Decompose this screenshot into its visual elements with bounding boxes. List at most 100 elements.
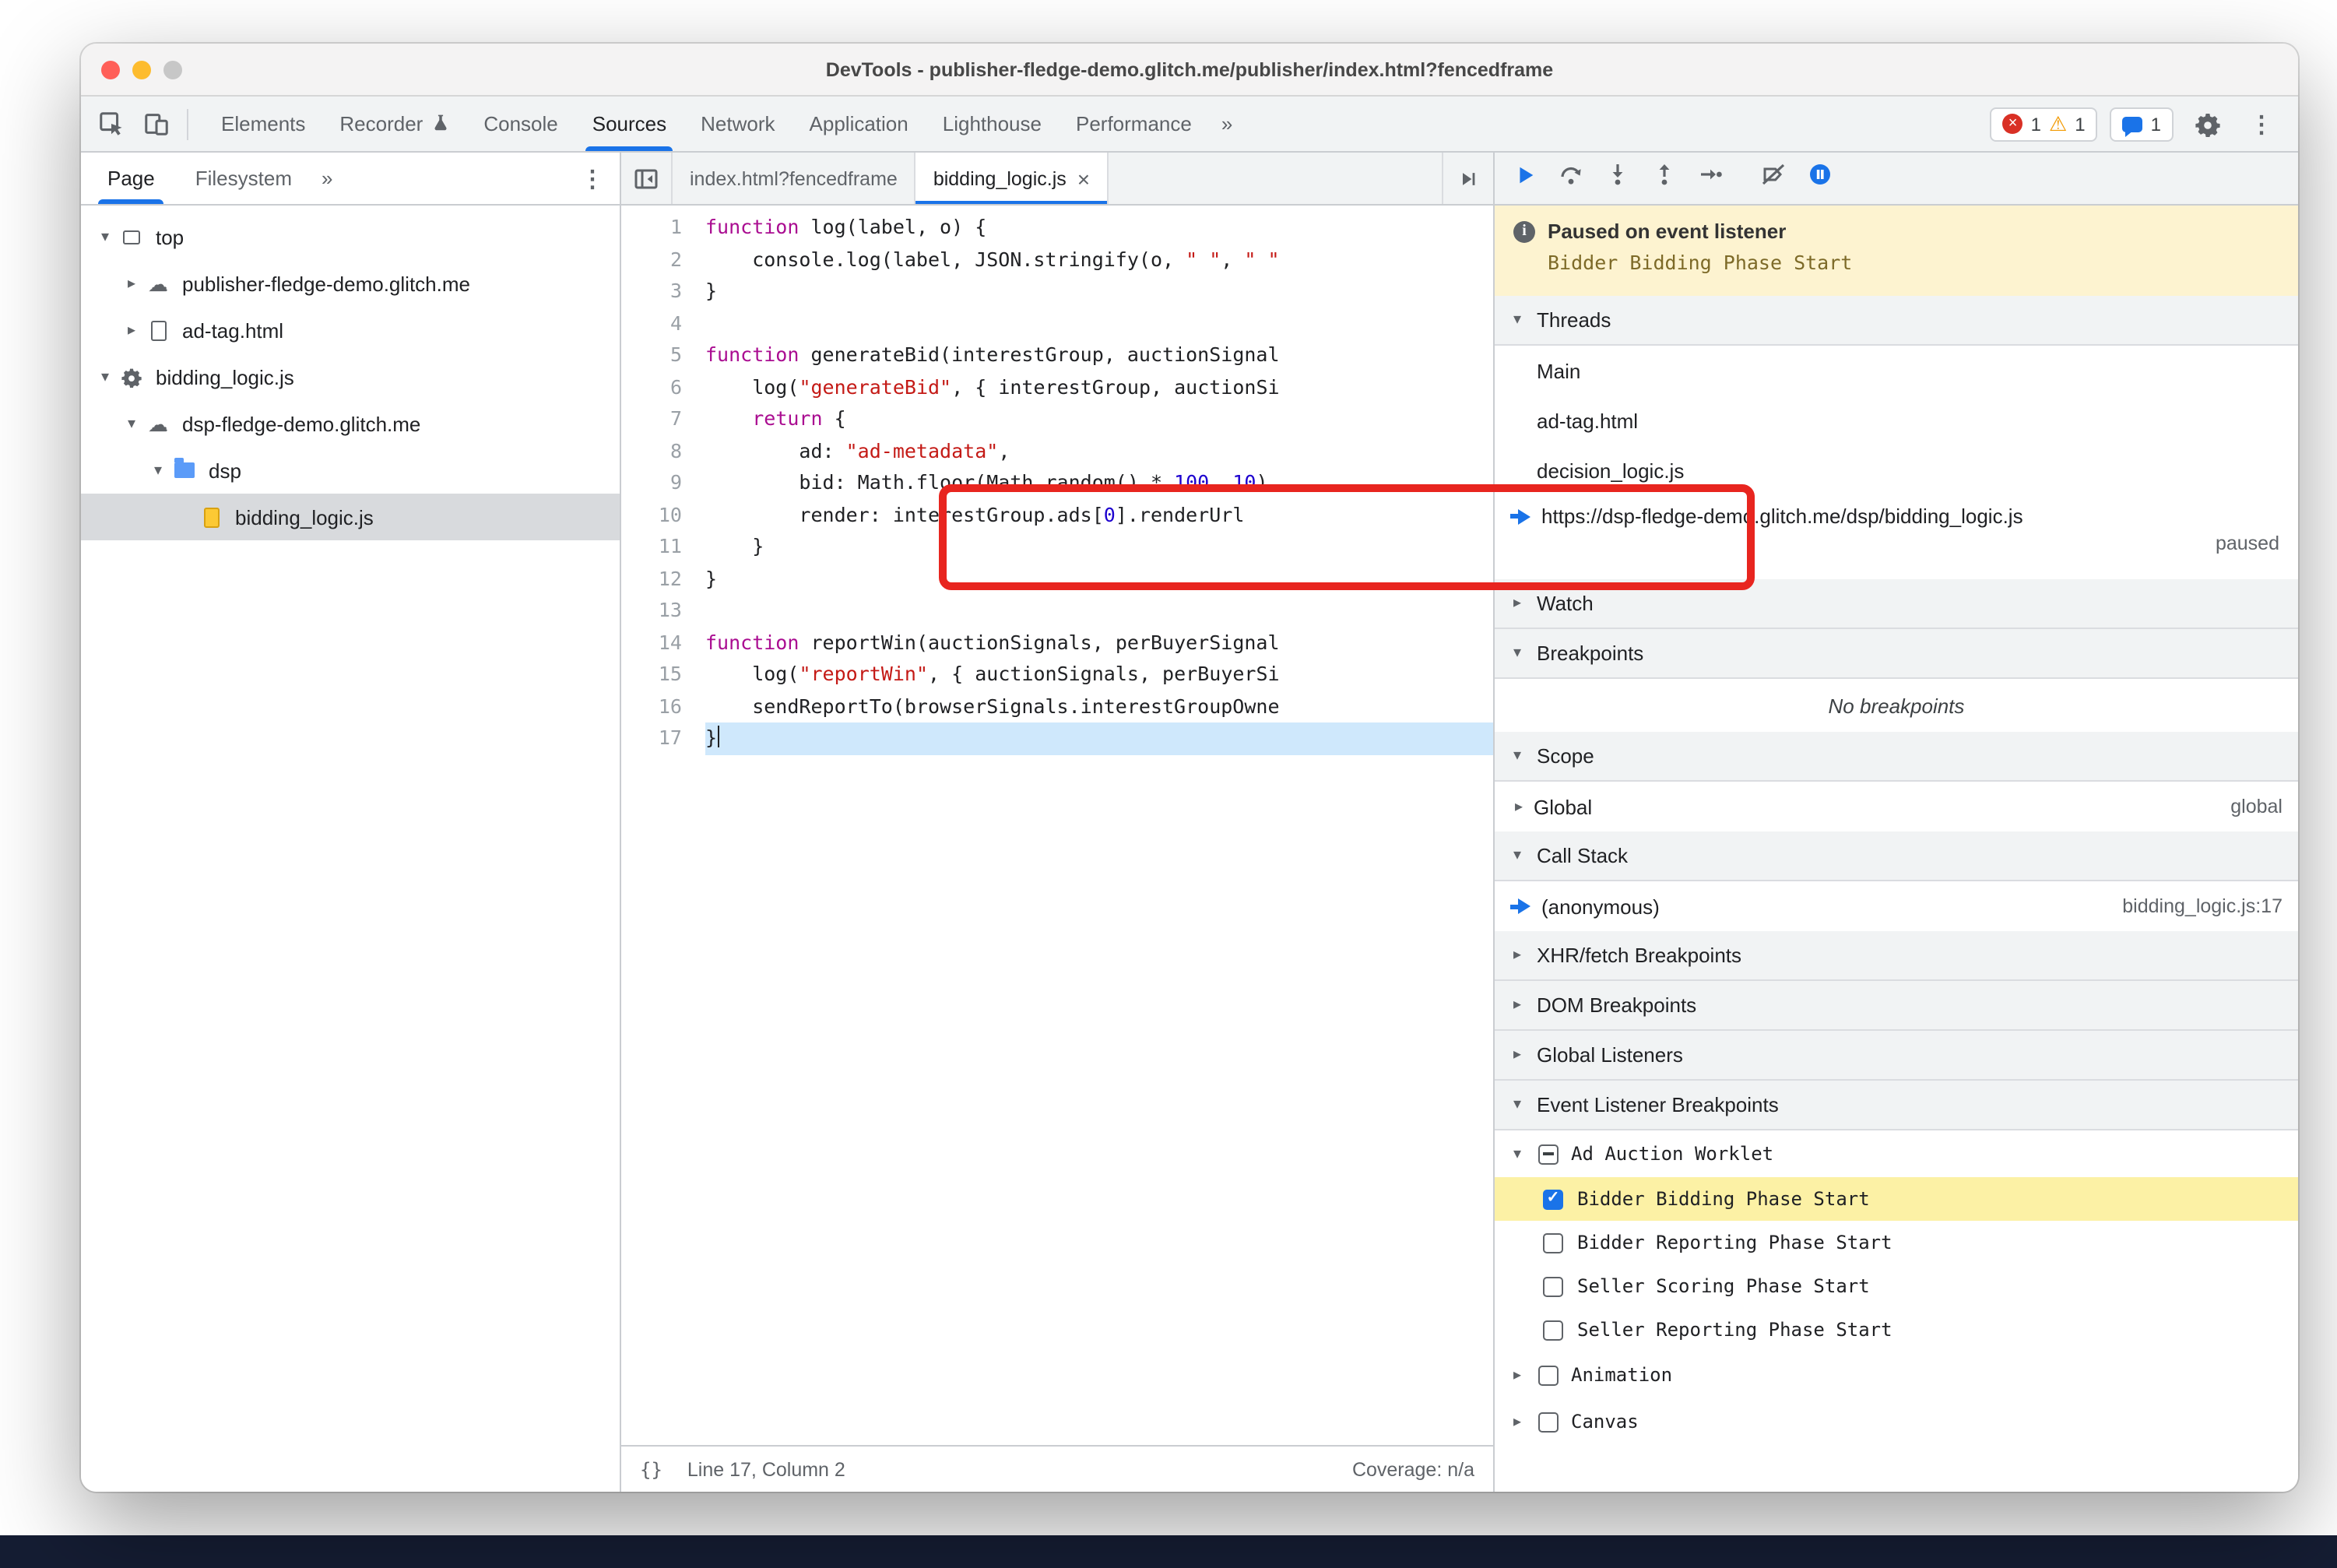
- code-line-17[interactable]: 17}: [621, 722, 1493, 754]
- code-line-6[interactable]: 6 log("generateBid", { interestGroup, au…: [621, 371, 1493, 403]
- frame-location[interactable]: bidding_logic.js:17: [2122, 895, 2283, 917]
- code-line-8[interactable]: 8 ad: "ad-metadata",: [621, 435, 1493, 467]
- more-tabs-button[interactable]: »: [1209, 97, 1245, 151]
- navigator-kebab-button[interactable]: ⋮: [565, 153, 620, 204]
- section-header-dom-breakpoints[interactable]: ▸ DOM Breakpoints: [1495, 981, 2298, 1031]
- elb-item-bidder-bidding-phase-start[interactable]: Bidder Bidding Phase Start: [1495, 1177, 2298, 1221]
- panel-tab-elements[interactable]: Elements: [204, 97, 322, 151]
- panel-tab-performance[interactable]: Performance: [1059, 97, 1209, 151]
- elb-group-ad-auction-worklet[interactable]: ▾ Ad Auction Worklet: [1495, 1130, 2298, 1177]
- kebab-menu-button[interactable]: ⋮: [2240, 103, 2283, 145]
- code-line-16[interactable]: 16 sendReportTo(browserSignals.interestG…: [621, 691, 1493, 722]
- navigator-tab-page[interactable]: Page: [87, 153, 175, 204]
- code-line-15[interactable]: 15 log("reportWin", { auctionSignals, pe…: [621, 659, 1493, 691]
- code-line-12[interactable]: 12}: [621, 563, 1493, 595]
- chevron-right-icon[interactable]: ▸: [120, 322, 143, 339]
- deactivate-breakpoints-button[interactable]: [1761, 162, 1786, 195]
- line-number[interactable]: 9: [621, 467, 705, 499]
- code-editor[interactable]: 1 function log(label, o) {2 console.log(l…: [621, 206, 1493, 1445]
- checkbox[interactable]: [1543, 1189, 1563, 1209]
- zoom-button[interactable]: [163, 60, 182, 79]
- line-number[interactable]: 5: [621, 339, 705, 371]
- code-line-5[interactable]: 5 function generateBid(interestGroup, auc…: [621, 339, 1493, 371]
- line-number[interactable]: 14: [621, 627, 705, 659]
- panel-tab-application[interactable]: Application: [792, 97, 926, 151]
- line-number[interactable]: 3: [621, 276, 705, 308]
- chevron-down-icon[interactable]: ▾: [1509, 1145, 1526, 1162]
- line-number[interactable]: 6: [621, 371, 705, 403]
- chevron-right-icon[interactable]: ▸: [1509, 1366, 1526, 1383]
- code-line-13[interactable]: 13: [621, 595, 1493, 627]
- step-into-button[interactable]: [1605, 162, 1630, 195]
- tree-item-top[interactable]: ▾ top: [81, 213, 620, 260]
- editor-tab-bidding-logic-js[interactable]: bidding_logic.js ×: [915, 153, 1109, 204]
- code-line-9[interactable]: 9 bid: Math.floor(Math.random() * 100, 1…: [621, 467, 1493, 499]
- chevron-down-icon[interactable]: ▾: [120, 415, 143, 432]
- thread-decision-logic-js[interactable]: decision_logic.js: [1495, 445, 2298, 495]
- checkbox[interactable]: [1543, 1320, 1563, 1340]
- navigator-more-tabs-button[interactable]: »: [312, 153, 342, 204]
- pause-on-exceptions-button[interactable]: [1808, 162, 1833, 195]
- tree-item-ad-tag-html[interactable]: ▸ ad-tag.html: [81, 307, 620, 353]
- show-navigator-button[interactable]: [621, 153, 673, 204]
- navigator-tab-filesystem[interactable]: Filesystem: [175, 153, 312, 204]
- code-line-7[interactable]: 7 return {: [621, 403, 1493, 435]
- line-number[interactable]: 1: [621, 212, 705, 244]
- step-over-button[interactable]: [1559, 162, 1583, 195]
- checkbox[interactable]: [1543, 1232, 1563, 1253]
- thread-active[interactable]: https://dsp-fledge-demo.glitch.me/dsp/bi…: [1495, 495, 2298, 579]
- elb-group-animation[interactable]: ▸ Animation: [1495, 1352, 2298, 1398]
- code-line-3[interactable]: 3}: [621, 276, 1493, 308]
- panel-tab-network[interactable]: Network: [684, 97, 792, 151]
- settings-gear-button[interactable]: [2186, 103, 2228, 145]
- code-line-11[interactable]: 11 }: [621, 531, 1493, 563]
- line-number[interactable]: 12: [621, 563, 705, 595]
- elb-item-seller-scoring-phase-start[interactable]: Seller Scoring Phase Start: [1495, 1264, 2298, 1308]
- panel-tab-console[interactable]: Console: [466, 97, 575, 151]
- code-line-2[interactable]: 2 console.log(label, JSON.stringify(o, "…: [621, 244, 1493, 276]
- checkbox[interactable]: [1543, 1276, 1563, 1296]
- editor-tab-index-html-fencedframe[interactable]: index.html?fencedframe: [673, 153, 916, 204]
- section-header-xhr-fetch-breakpoints[interactable]: ▸ XHR/fetch Breakpoints: [1495, 931, 2298, 981]
- call-stack-section-header[interactable]: ▾ Call Stack: [1495, 831, 2298, 881]
- line-number[interactable]: 11: [621, 531, 705, 563]
- line-number[interactable]: 13: [621, 595, 705, 627]
- close-button[interactable]: [101, 60, 120, 79]
- elb-item-bidder-reporting-phase-start[interactable]: Bidder Reporting Phase Start: [1495, 1221, 2298, 1264]
- chevron-right-icon[interactable]: ▸: [120, 275, 143, 292]
- call-stack-frame[interactable]: (anonymous) bidding_logic.js:17: [1495, 881, 2298, 931]
- next-editor-tab-button[interactable]: [1442, 153, 1493, 204]
- panel-tab-recorder[interactable]: Recorder: [322, 97, 466, 151]
- chevron-right-icon[interactable]: ▸: [1509, 1413, 1526, 1430]
- elb-group-canvas[interactable]: ▸ Canvas: [1495, 1398, 2298, 1445]
- event-listener-breakpoints-header[interactable]: ▾ Event Listener Breakpoints: [1495, 1081, 2298, 1130]
- thread-ad-tag-html[interactable]: ad-tag.html: [1495, 396, 2298, 445]
- panel-tab-lighthouse[interactable]: Lighthouse: [926, 97, 1059, 151]
- step-button[interactable]: [1699, 162, 1724, 195]
- line-number[interactable]: 17: [621, 722, 705, 754]
- line-number[interactable]: 10: [621, 499, 705, 531]
- code-line-10[interactable]: 10 render: interestGroup.ads[0].renderUr…: [621, 499, 1493, 531]
- code-line-14[interactable]: 14 function reportWin(auctionSignals, per…: [621, 627, 1493, 659]
- elb-item-seller-reporting-phase-start[interactable]: Seller Reporting Phase Start: [1495, 1308, 2298, 1352]
- chevron-down-icon[interactable]: ▾: [93, 228, 117, 245]
- line-number[interactable]: 15: [621, 659, 705, 691]
- line-number[interactable]: 16: [621, 691, 705, 722]
- chevron-down-icon[interactable]: ▾: [146, 462, 170, 479]
- checkbox[interactable]: [1538, 1412, 1559, 1432]
- code-line-4[interactable]: 4: [621, 308, 1493, 339]
- line-number[interactable]: 7: [621, 403, 705, 435]
- resume-button[interactable]: [1513, 163, 1537, 194]
- tree-item-bidding-logic-js[interactable]: ▾ bidding_logic.js: [81, 353, 620, 400]
- step-out-button[interactable]: [1652, 162, 1677, 195]
- watch-section-header[interactable]: ▸ Watch: [1495, 579, 2298, 629]
- code-line-1[interactable]: 1 function log(label, o) {: [621, 212, 1493, 244]
- line-number[interactable]: 8: [621, 435, 705, 467]
- checkbox[interactable]: [1538, 1144, 1559, 1164]
- device-toolbar-button[interactable]: [135, 103, 177, 145]
- scope-global-row[interactable]: ▸ Global global: [1495, 782, 2298, 831]
- threads-section-header[interactable]: ▾ Threads: [1495, 296, 2298, 346]
- inspect-button[interactable]: [90, 103, 132, 145]
- minimize-button[interactable]: [132, 60, 151, 79]
- tree-item-bidding-logic-js[interactable]: bidding_logic.js: [81, 494, 620, 540]
